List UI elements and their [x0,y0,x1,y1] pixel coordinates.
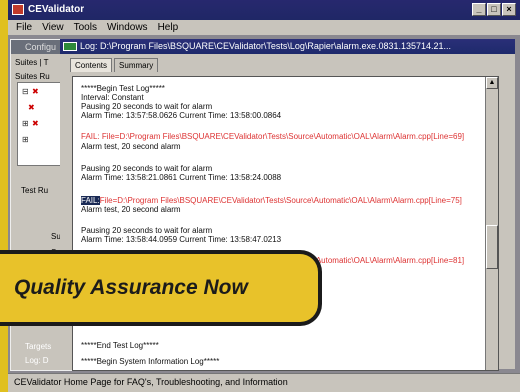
log-title-bar: Log: D:\Program Files\BSQUARE\CEValidato… [60,39,515,54]
minimize-button[interactable]: _ [472,3,486,16]
log-line: Pausing 20 seconds to wait for alarm [81,102,213,111]
log-tab[interactable]: Log: D [25,356,49,365]
log-line: *****End Test Log***** [81,341,159,350]
tree-node-icon: ✖ [32,87,39,96]
tree-expand-icon[interactable]: ⊞ [22,119,29,128]
targets-tab[interactable]: Targets [25,342,51,351]
log-window-title: Log: D:\Program Files\BSQUARE\CEValidato… [80,41,452,51]
log-tabs: Contents Summary [70,58,159,72]
log-line: Alarm test, 20 second alarm [81,142,181,151]
log-scrollbar[interactable]: ▲ [485,77,498,370]
maximize-button[interactable]: □ [487,3,501,16]
log-line: *****Begin Test Log***** [81,84,165,93]
log-line: Alarm Time: 13:57:58.0626 Current Time: … [81,111,282,120]
status-bar: CEValidator Home Page for FAQ's, Trouble… [8,373,520,392]
log-line: Alarm Time: 13:58:21.0861 Current Time: … [81,173,282,182]
status-text: CEValidator Home Page for FAQ's, Trouble… [14,377,288,387]
log-content[interactable]: *****Begin Test Log***** Interval: Const… [72,76,499,371]
log-line-fail: FAIL:File=D:\Program Files\BSQUARE\CEVal… [81,196,462,205]
log-line: *****Begin System Information Log***** [81,357,220,366]
scroll-thumb[interactable] [486,225,498,269]
tree-node-icon: ✖ [28,103,35,112]
tree-expand-icon[interactable]: ⊞ [22,135,29,144]
tree-expand-icon[interactable]: ⊟ [22,87,29,96]
tab-contents[interactable]: Contents [70,58,113,72]
window-controls: _ □ × [472,3,516,16]
log-line-fail: FAIL: File=D:\Program Files\BSQUARE\CEVa… [81,132,465,141]
suites-tab[interactable]: Suites | T [15,58,49,67]
quality-banner: Quality Assurance Now [0,250,322,326]
banner-text: Quality Assurance Now [14,276,248,299]
close-button[interactable]: × [502,3,516,16]
log-line: Interval: Constant [81,93,144,102]
app-icon [12,4,24,15]
menu-file[interactable]: File [16,20,32,35]
menu-tools[interactable]: Tools [74,20,97,35]
tree-node-icon: ✖ [32,119,39,128]
app-window: CEValidator _ □ × File View Tools Window… [8,0,520,392]
log-line: Pausing 20 seconds to wait for alarm [81,164,213,173]
log-line-text: File=D:\Program Files\BSQUARE\CEValidato… [99,196,462,205]
menu-view[interactable]: View [42,20,64,35]
title-bar: CEValidator _ □ × [8,0,520,20]
window-title: CEValidator [28,4,85,15]
tree-header: Suites Ru [15,72,50,81]
tab-summary[interactable]: Summary [114,58,159,72]
test-run-label: Test Ru [21,186,49,195]
selected-fail-text: FAIL: [81,196,100,205]
menu-help[interactable]: Help [158,20,179,35]
log-line: Alarm Time: 13:58:44.0959 Current Time: … [81,235,282,244]
log-line: Alarm test, 20 second alarm [81,205,181,214]
menu-bar: File View Tools Windows Help [8,20,520,35]
log-line: Pausing 20 seconds to wait for alarm [81,226,213,235]
log-icon [63,42,77,51]
scroll-up-icon[interactable]: ▲ [486,77,498,89]
menu-windows[interactable]: Windows [107,20,148,35]
